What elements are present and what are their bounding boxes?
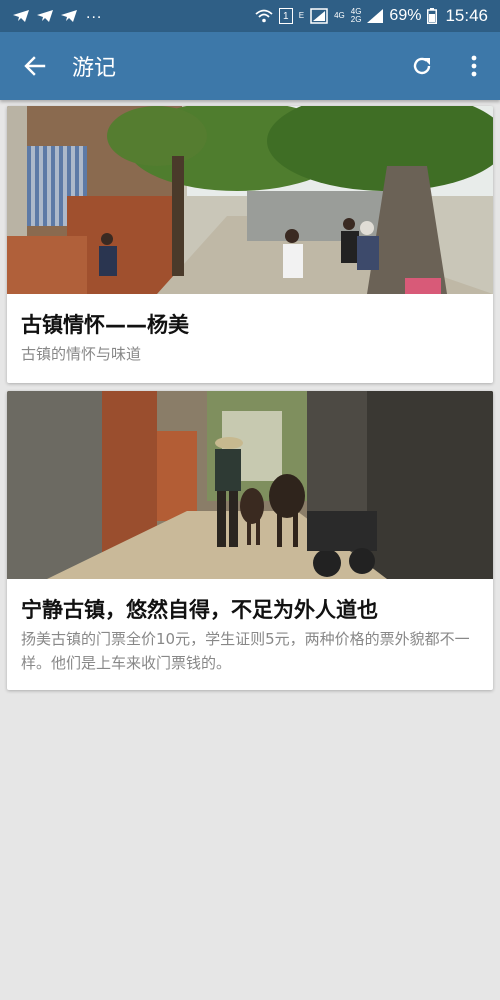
back-button[interactable]	[0, 32, 70, 100]
system-icons: 1 E 4G 4G 2G 69% 15:46	[255, 6, 488, 26]
sim-icon: 1	[278, 8, 293, 24]
page-title: 游记	[72, 55, 117, 80]
battery-icon	[427, 8, 438, 24]
clock: 15:46	[445, 6, 488, 25]
more-vert-icon	[471, 55, 477, 77]
travel-card[interactable]: 宁静古镇，悠然自得，不足为外人道也 扬美古镇的门票全价10元，学生证则5元，两种…	[7, 391, 493, 690]
network-4g-label: 4G	[334, 11, 345, 20]
telegram-icon	[13, 10, 29, 22]
refresh-button[interactable]	[396, 32, 448, 100]
arrow-back-icon	[24, 56, 46, 76]
telegram-icon	[61, 10, 77, 22]
app-bar: 游记	[0, 32, 500, 100]
card-subtitle: 扬美古镇的门票全价10元，学生证则5元，两种价格的票外貌都不一样。他们是上车来收…	[21, 630, 470, 672]
card-subtitle: 古镇的情怀与味道	[21, 345, 142, 363]
signal-icon	[310, 8, 328, 24]
card-body: 古镇情怀——杨美 古镇的情怀与味道	[7, 294, 493, 366]
card-title: 古镇情怀——杨美	[21, 313, 189, 337]
alley-photo	[7, 391, 493, 579]
card-body: 宁静古镇，悠然自得，不足为外人道也 扬美古镇的门票全价10元，学生证则5元，两种…	[7, 579, 493, 675]
travel-card[interactable]: 古镇情怀——杨美 古镇的情怀与味道	[7, 106, 493, 383]
dual-network-label: 4G 2G	[351, 8, 362, 24]
more-options-button[interactable]	[448, 32, 500, 100]
status-bar: ... 1 E 4G 4G 2G 69% 15:46	[0, 0, 500, 32]
battery-percent: 69%	[389, 7, 422, 24]
more-notifications: ...	[86, 5, 103, 22]
card-photo	[7, 106, 493, 294]
network-2g-label: 2G	[350, 15, 362, 24]
wifi-icon	[255, 9, 273, 23]
refresh-icon	[413, 57, 431, 75]
telegram-icon	[37, 10, 53, 22]
app-bar-actions	[396, 32, 500, 100]
village-street-photo	[7, 106, 493, 294]
network-e-label: E	[298, 11, 305, 20]
signal-bars-icon	[367, 9, 384, 23]
notification-icons: ...	[12, 5, 102, 23]
card-photo	[7, 391, 493, 579]
card-title: 宁静古镇，悠然自得，不足为外人道也	[21, 598, 378, 622]
